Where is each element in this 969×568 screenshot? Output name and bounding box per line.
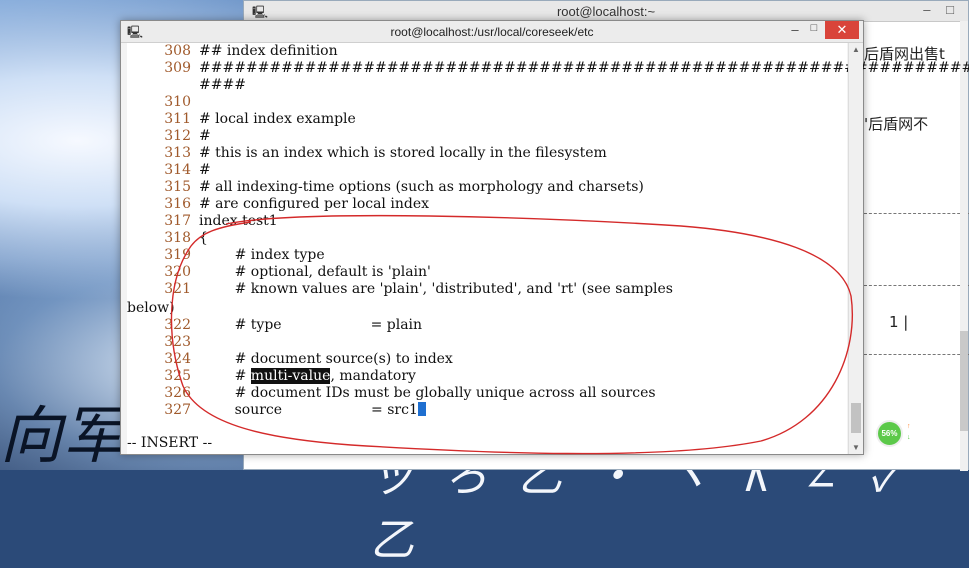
background-text-line: '后盾网不 xyxy=(864,115,929,133)
line-text: index test1 xyxy=(199,213,278,229)
editor-line: 323 xyxy=(127,334,199,351)
line-text: # this is an index which is stored local… xyxy=(199,145,607,161)
editor-line: 310 xyxy=(127,94,199,111)
scrollbar-thumb[interactable] xyxy=(851,403,861,433)
network-usage-percent: 56% xyxy=(876,420,903,447)
line-text: ## index definition xyxy=(199,43,338,59)
editor-line-wrapped: #### xyxy=(127,77,246,94)
line-text: # index type xyxy=(199,247,325,263)
line-text: # known values are 'plain', 'distributed… xyxy=(199,281,673,297)
line-number: 319 xyxy=(164,247,191,263)
line-text-after: , mandatory xyxy=(330,368,416,384)
background-window-controls[interactable]: – □ xyxy=(923,2,960,17)
line-text: # are configured per local index xyxy=(199,196,429,212)
editor-line-wrapped: below) xyxy=(127,300,175,317)
background-divider xyxy=(864,285,969,286)
scroll-down-arrow-icon[interactable]: ▼ xyxy=(849,443,863,452)
text-cursor xyxy=(417,402,426,416)
line-number: 321 xyxy=(164,281,191,297)
line-text: # all indexing-time options (such as mor… xyxy=(199,179,644,195)
editor-line: 317 index test1 xyxy=(127,213,278,230)
line-number: 308 xyxy=(164,43,191,59)
editor-line: 313 # this is an index which is stored lo… xyxy=(127,145,607,162)
line-number: 310 xyxy=(164,94,191,110)
line-text: # document IDs must be globally unique a… xyxy=(199,385,656,401)
editor-line: 324 # document source(s) to index xyxy=(127,351,453,368)
line-number: 322 xyxy=(164,317,191,333)
line-number: 312 xyxy=(164,128,191,144)
line-number: 317 xyxy=(164,213,191,229)
line-text-before: # xyxy=(199,368,251,384)
line-text: # document source(s) to index xyxy=(199,351,453,367)
background-window-titlebar[interactable]: 🖳 root@localhost:~ – □ xyxy=(244,1,968,22)
terminal-titlebar[interactable]: 🖳 root@localhost:/usr/local/coreseek/etc… xyxy=(121,21,863,43)
line-text: #### xyxy=(199,77,246,93)
line-number: 320 xyxy=(164,264,191,280)
line-number: 316 xyxy=(164,196,191,212)
network-speed-widget[interactable]: 56% ↑ 0.02K/S ↓ 0K/S xyxy=(876,420,946,450)
maximize-button[interactable]: □ xyxy=(805,22,823,39)
background-window-title: root@localhost:~ xyxy=(556,4,656,19)
line-number: 324 xyxy=(164,351,191,367)
line-number: 327 xyxy=(164,402,191,418)
download-speed: ↓ 0K/S xyxy=(907,434,928,441)
line-text: # xyxy=(199,162,211,178)
editor-line: 314 # xyxy=(127,162,211,179)
editor-line: 309 #####################################… xyxy=(127,60,969,77)
upload-speed-value: 0.02K/S xyxy=(912,423,938,430)
close-button[interactable]: ✕ xyxy=(825,21,859,39)
window-title: root@localhost:/usr/local/coreseek/etc xyxy=(390,25,594,39)
wallpaper-text-left: 向军 xyxy=(0,399,125,472)
line-number: 315 xyxy=(164,179,191,195)
line-text: { xyxy=(199,230,208,246)
editor-line: 319 # index type xyxy=(127,247,325,264)
editor-line: 327 source = src1 xyxy=(127,402,426,419)
background-text-line: 1 | xyxy=(889,313,909,331)
download-speed-value: 0K/S xyxy=(912,434,928,441)
upload-arrow-icon: ↑ xyxy=(907,423,911,430)
selected-text[interactable]: multi-value xyxy=(250,368,331,384)
background-divider xyxy=(864,213,969,214)
line-text: source = src1 xyxy=(199,402,418,418)
upload-speed: ↑ 0.02K/S xyxy=(907,423,937,430)
line-number: 311 xyxy=(164,111,191,127)
line-number: 309 xyxy=(164,60,191,76)
line-number: 318 xyxy=(164,230,191,246)
line-text: below) xyxy=(127,300,175,316)
download-arrow-icon: ↓ xyxy=(907,434,911,441)
background-scrollbar-thumb[interactable] xyxy=(960,331,968,431)
editor-line: 322 # type = plain xyxy=(127,317,422,334)
editor-line: 326 # document IDs must be globally uniq… xyxy=(127,385,656,402)
line-text: # optional, default is 'plain' xyxy=(199,264,431,280)
background-divider xyxy=(864,354,969,355)
editor-line: 315 # all indexing-time options (such as … xyxy=(127,179,644,196)
line-text: # local index example xyxy=(199,111,356,127)
line-text: # xyxy=(199,128,211,144)
line-number: 325 xyxy=(164,368,191,384)
editor-scrollbar[interactable]: ▲ ▼ xyxy=(848,43,863,454)
line-number: 323 xyxy=(164,334,191,350)
editor-line: 321 # known values are 'plain', 'distrib… xyxy=(127,281,673,298)
scroll-up-arrow-icon[interactable]: ▲ xyxy=(849,45,863,54)
editor-line: 325 # multi-value, mandatory xyxy=(127,368,416,385)
terminal-window[interactable]: 🖳 root@localhost:/usr/local/coreseek/etc… xyxy=(120,20,969,455)
line-number: 326 xyxy=(164,385,191,401)
editor-line: 320 # optional, default is 'plain' xyxy=(127,264,431,281)
editor-line: 311 # local index example xyxy=(127,111,356,128)
line-number: 314 xyxy=(164,162,191,178)
editor-line: 318 { xyxy=(127,230,208,247)
editor-line: 312 # xyxy=(127,128,211,145)
line-text: # type = plain xyxy=(199,317,423,333)
vim-editor[interactable]: 308 ## index definition 309 ##############… xyxy=(127,43,969,454)
editor-line: 308 ## index definition xyxy=(127,43,338,60)
minimize-button[interactable]: – xyxy=(785,22,805,39)
line-number: 313 xyxy=(164,145,191,161)
vim-mode-indicator: -- INSERT -- xyxy=(127,435,213,451)
editor-line: 316 # are configured per local index xyxy=(127,196,429,213)
